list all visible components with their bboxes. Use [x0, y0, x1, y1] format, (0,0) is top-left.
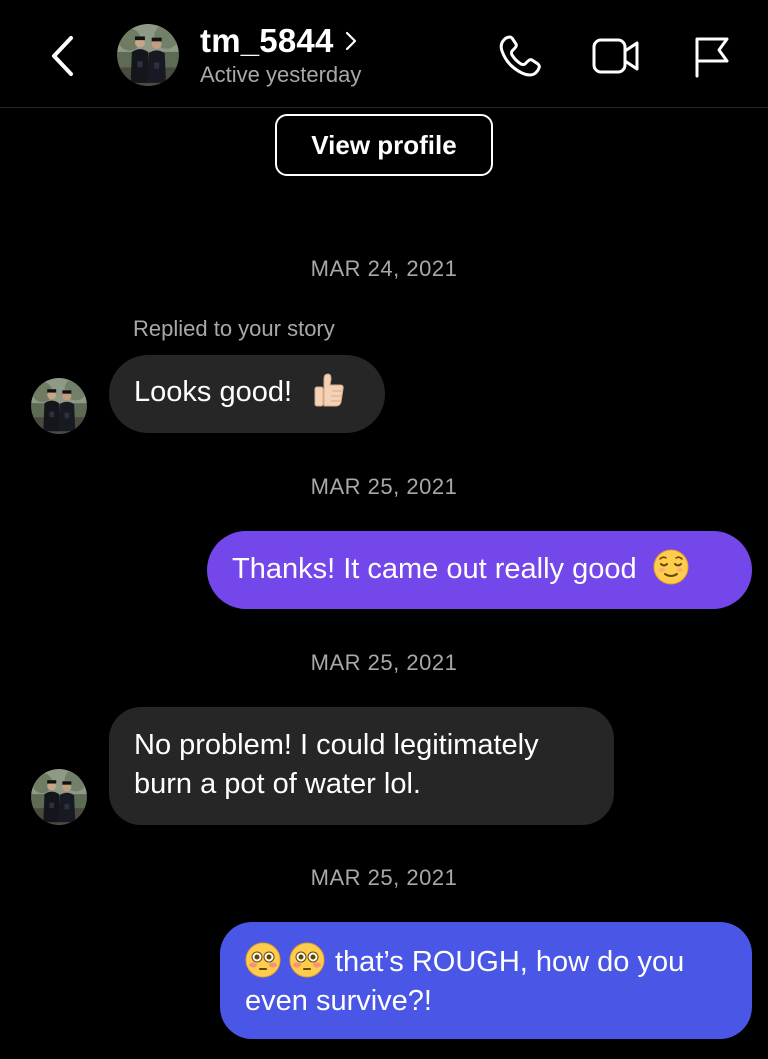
video-call-button[interactable]	[590, 30, 642, 82]
avatar[interactable]	[31, 378, 87, 434]
date-separator: MAR 25, 2021	[310, 650, 458, 675]
message-text-line: No problem! I could legitimately	[134, 729, 539, 761]
message-bubble-outgoing[interactable]: Thanks! It came out really good	[207, 531, 752, 609]
avatar[interactable]	[117, 24, 179, 86]
message-text: Looks good!	[134, 376, 293, 408]
audio-call-button[interactable]	[494, 30, 546, 82]
view-profile-button[interactable]: View profile	[275, 114, 493, 176]
flushed-face-icon	[289, 942, 325, 978]
relieved-face-icon	[652, 549, 689, 586]
message-bubble-incoming[interactable]: Looks good!	[109, 355, 385, 433]
story-reply-label: Replied to your story	[133, 316, 335, 341]
chevron-right-icon	[345, 31, 356, 51]
message-text-line: burn a pot of water lol.	[134, 768, 421, 800]
back-button[interactable]	[40, 30, 84, 82]
message-text-line: that’s ROUGH, how do you	[335, 946, 685, 978]
message-text: Thanks! It came out really good	[232, 553, 637, 585]
date-separator: MAR 25, 2021	[310, 865, 458, 890]
video-camera-icon	[592, 38, 639, 74]
message-bubble-incoming[interactable]: No problem! I could legitimately burn a …	[109, 707, 614, 825]
username-link[interactable]: tm_5844	[200, 22, 358, 60]
username: tm_5844	[200, 22, 334, 59]
date-separator: MAR 24, 2021	[310, 256, 458, 281]
report-button[interactable]	[686, 30, 738, 82]
chat-header: tm_5844 Active yesterday	[0, 0, 768, 108]
thumbs-up-icon	[314, 373, 344, 407]
chevron-left-icon	[52, 36, 73, 76]
activity-status: Active yesterday	[200, 62, 362, 87]
flag-icon	[695, 37, 729, 78]
phone-icon	[499, 35, 541, 77]
date-separator: MAR 25, 2021	[310, 474, 458, 499]
avatar[interactable]	[31, 769, 87, 825]
message-text-line: even survive?!	[245, 985, 432, 1017]
message-bubble-outgoing[interactable]: that’s ROUGH, how do you even survive?!	[220, 922, 752, 1039]
flushed-face-icon	[245, 942, 281, 978]
